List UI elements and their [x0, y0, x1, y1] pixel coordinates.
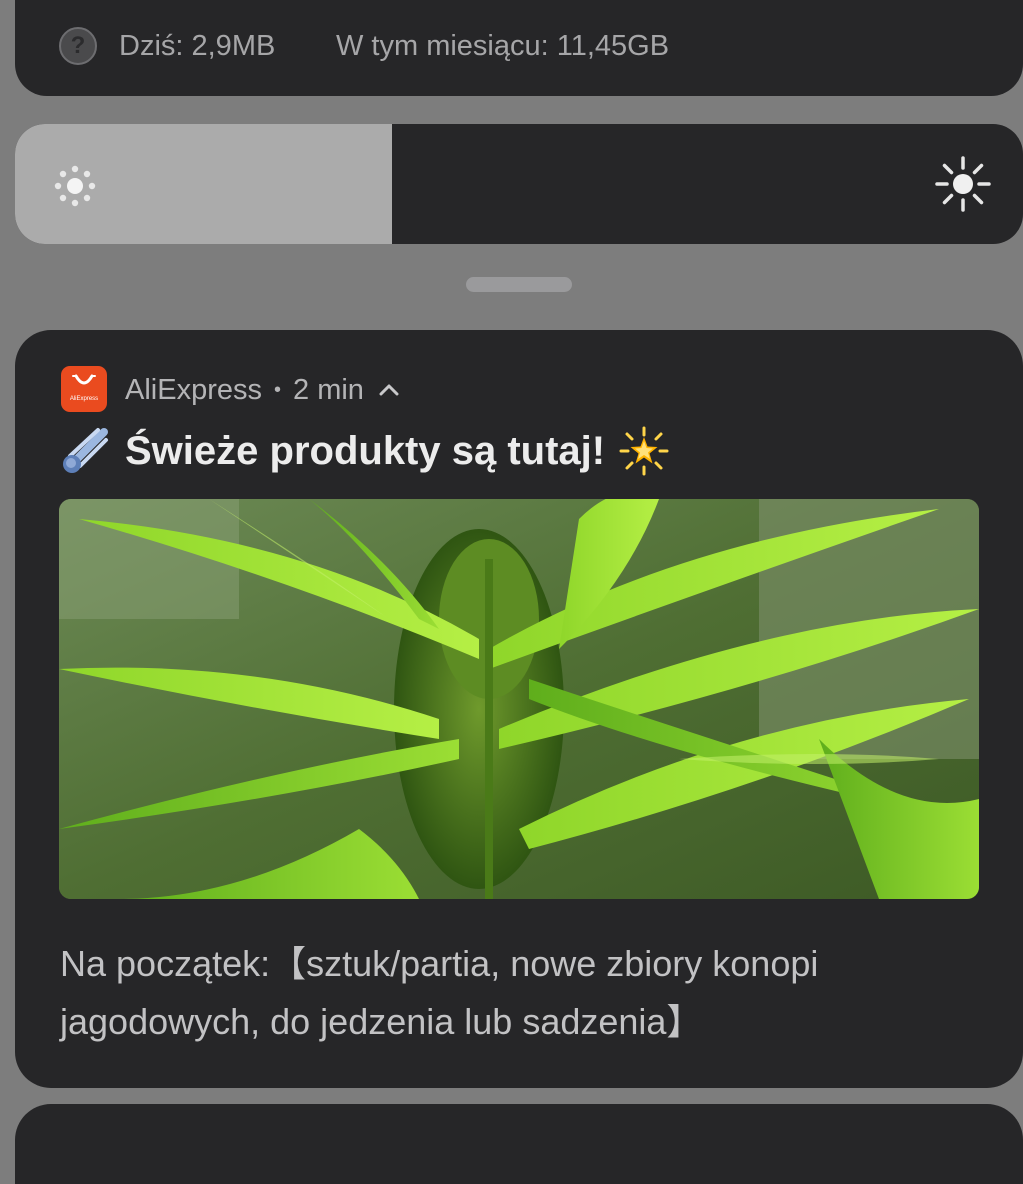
app-name: AliExpress [125, 374, 262, 406]
data-usage-today: Dziś: 2,9MB [119, 30, 276, 62]
comet-emoji-icon [63, 428, 108, 473]
notification-body: Na początek:【sztuk/partia, nowe zbiory k… [60, 943, 819, 1042]
chevron-up-icon[interactable] [378, 383, 400, 397]
header-separator: • [274, 379, 282, 401]
app-icon-label: AliExpress [69, 396, 99, 402]
glowing-star-emoji-icon [619, 426, 669, 476]
brightness-slider[interactable] [15, 124, 1023, 244]
notification-title-row: Świeże produkty są tutaj! [60, 426, 669, 476]
notification-title: Świeże produkty są tutaj! [125, 429, 606, 473]
brightness-low-icon [54, 165, 96, 207]
notification-image[interactable] [59, 499, 979, 899]
notification-time: 2 min [293, 374, 364, 406]
aliexpress-app-icon: AliExpress [61, 366, 107, 412]
brightness-high-icon [935, 156, 991, 212]
cannabis-plant-photo [59, 499, 979, 899]
data-usage-month: W tym miesiącu: 11,45GB [336, 30, 670, 62]
next-notification-card[interactable] [15, 1104, 1023, 1184]
help-icon[interactable]: ? [59, 27, 97, 65]
notification-header[interactable]: AliExpress • 2 min [125, 372, 400, 408]
panel-drag-handle[interactable] [466, 277, 572, 292]
